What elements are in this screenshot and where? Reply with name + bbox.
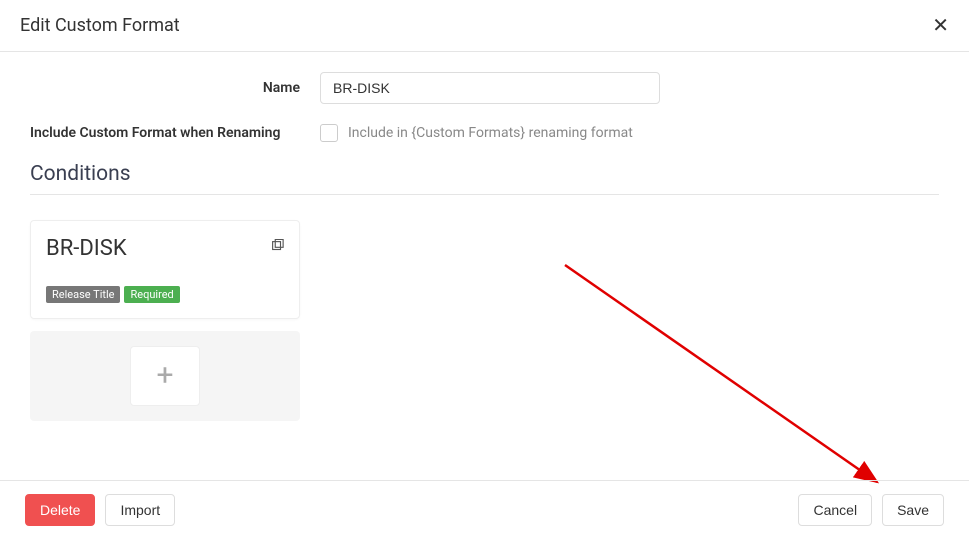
modal-footer: Delete Import Cancel Save	[0, 480, 969, 539]
modal-title: Edit Custom Format	[20, 15, 180, 36]
add-condition-card: +	[30, 331, 300, 421]
include-label: Include Custom Format when Renaming	[30, 125, 320, 141]
include-checkbox-group: Include in {Custom Formats} renaming for…	[320, 124, 633, 142]
include-checkbox[interactable]	[320, 124, 338, 142]
save-button[interactable]: Save	[882, 494, 944, 526]
name-label: Name	[30, 80, 320, 96]
close-icon: ✕	[932, 15, 949, 37]
close-button[interactable]: ✕	[932, 16, 949, 36]
add-condition-button[interactable]: +	[130, 346, 200, 406]
conditions-title: Conditions	[30, 162, 939, 186]
footer-right: Cancel Save	[798, 494, 944, 526]
modal-header: Edit Custom Format ✕	[0, 0, 969, 52]
clone-icon[interactable]	[270, 239, 284, 253]
plus-icon: +	[156, 361, 173, 391]
include-hint: Include in {Custom Formats} renaming for…	[348, 125, 633, 141]
delete-button[interactable]: Delete	[25, 494, 95, 526]
cancel-button[interactable]: Cancel	[798, 494, 872, 526]
tag-release-title: Release Title	[46, 286, 120, 303]
modal-body: Name Include Custom Format when Renaming…	[0, 52, 969, 441]
conditions-grid: BR-DISK Release Title Required	[30, 220, 939, 319]
conditions-divider	[30, 194, 939, 195]
name-input[interactable]	[320, 72, 660, 104]
include-row: Include Custom Format when Renaming Incl…	[30, 124, 939, 142]
condition-title: BR-DISK	[46, 236, 284, 261]
condition-card[interactable]: BR-DISK Release Title Required	[30, 220, 300, 319]
name-row: Name	[30, 72, 939, 104]
import-button[interactable]: Import	[105, 494, 175, 526]
tag-required: Required	[124, 286, 179, 303]
condition-tags: Release Title Required	[46, 286, 284, 303]
footer-left: Delete Import	[25, 494, 175, 526]
